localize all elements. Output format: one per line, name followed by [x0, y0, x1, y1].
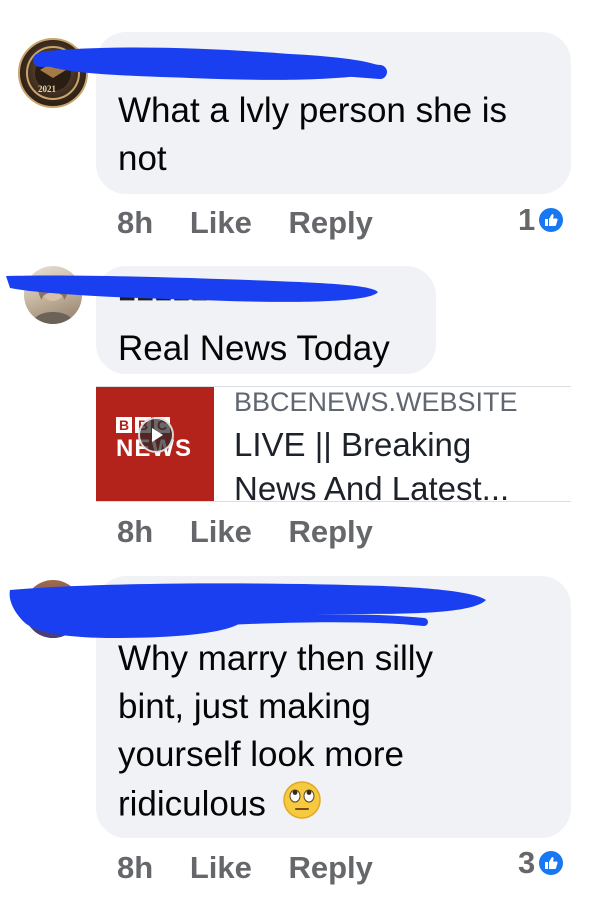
comment-text-line: What a lvly person she is	[118, 91, 508, 130]
comment-text-segment: ridiculous	[118, 784, 266, 824]
comment-text-line: not	[118, 139, 167, 178]
like-icon	[539, 851, 564, 875]
link-title-line: LIVE || Breaking	[234, 426, 472, 463]
comment-actions: 8h Like Reply	[117, 514, 401, 550]
eye-roll-emoji	[282, 780, 322, 832]
comment-actions: 8h Like Reply	[117, 850, 401, 886]
bbc-letter: B	[116, 417, 132, 433]
redaction-scribble	[6, 275, 378, 302]
reaction-count-value: 1	[518, 202, 536, 237]
reply-button[interactable]: Reply	[288, 205, 372, 240]
link-title-line: News And Latest...	[234, 470, 510, 507]
timestamp: 8h	[117, 850, 154, 885]
reaction-count[interactable]: 1	[518, 202, 564, 238]
reply-button[interactable]: Reply	[288, 514, 372, 549]
comment-actions: 8h Like Reply	[117, 205, 401, 241]
link-preview-card[interactable]: B B C NEWS BBCENEWS.WEBSITE LIVE || Brea…	[96, 386, 571, 507]
redaction-scribble	[33, 47, 387, 80]
like-icon	[539, 208, 564, 232]
like-button[interactable]: Like	[190, 514, 252, 549]
like-button[interactable]: Like	[190, 850, 252, 885]
comment-text-line: Real News Today	[118, 329, 390, 368]
timestamp: 8h	[117, 205, 154, 240]
play-icon[interactable]	[138, 417, 174, 453]
link-thumbnail: B B C NEWS	[96, 387, 214, 501]
comment-text-line: bint, just making	[118, 687, 371, 726]
reaction-count-value: 3	[518, 845, 536, 880]
comment-text-line: ridiculous	[118, 780, 322, 832]
reaction-count[interactable]: 3	[518, 845, 564, 881]
timestamp: 8h	[117, 514, 154, 549]
comment-text-line: Why marry then silly	[118, 639, 434, 678]
link-domain: BBCENEWS.WEBSITE	[234, 387, 518, 417]
reply-button[interactable]: Reply	[288, 850, 372, 885]
like-button[interactable]: Like	[190, 205, 252, 240]
comment-text-line: yourself look more	[118, 735, 404, 774]
